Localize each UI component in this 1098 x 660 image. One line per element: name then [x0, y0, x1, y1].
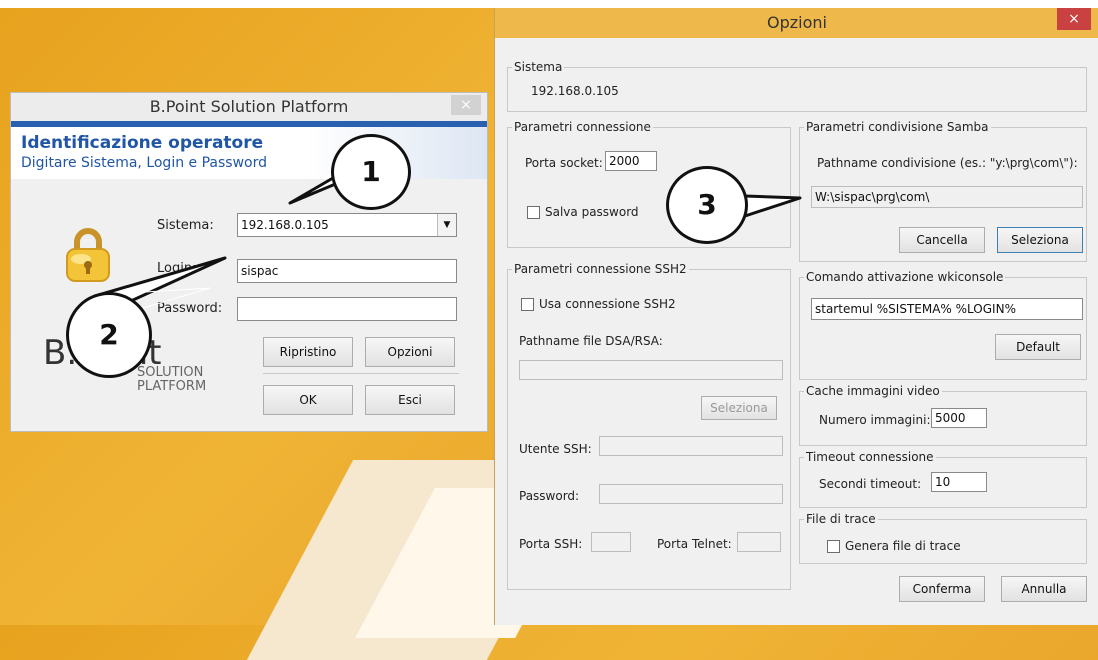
callout-3: 3: [666, 166, 748, 244]
callout-1: 1: [331, 134, 411, 210]
callout-2: 2: [66, 292, 152, 378]
callout-arrows: [93, 176, 802, 319]
